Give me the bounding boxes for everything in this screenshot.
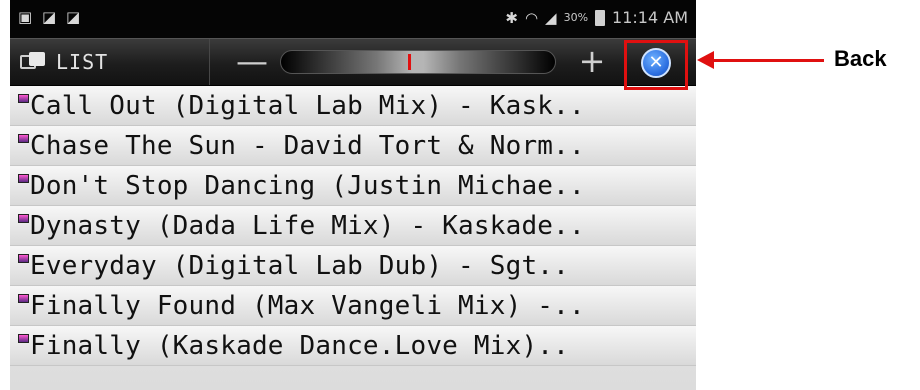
track-icon <box>18 174 29 183</box>
phone-screen: ▣ ◪ ◪ ✱ ◠ ◢ 30% 11:14 AM LIST — + ✕ Call… <box>10 0 696 390</box>
track-icon <box>18 94 29 103</box>
toolbar: LIST — + ✕ <box>10 38 696 86</box>
track-row[interactable]: Dynasty (Dada Life Mix) - Kaskade.. <box>10 206 696 246</box>
track-row[interactable]: Don't Stop Dancing (Justin Michae.. <box>10 166 696 206</box>
list-icon <box>20 52 46 72</box>
track-title: Don't Stop Dancing (Justin Michae.. <box>30 170 585 201</box>
status-bar: ▣ ◪ ◪ ✱ ◠ ◢ 30% 11:14 AM <box>10 0 696 38</box>
track-row[interactable]: Everyday (Digital Lab Dub) - Sgt.. <box>10 246 696 286</box>
track-title: Finally (Kaskade Dance.Love Mix).. <box>30 330 570 361</box>
signal-icon: ◢ <box>545 8 557 27</box>
track-icon <box>18 294 29 303</box>
track-row[interactable]: Finally (Kaskade Dance.Love Mix).. <box>10 326 696 366</box>
track-title: Call Out (Digital Lab Mix) - Kask.. <box>30 90 585 121</box>
volume-up-button[interactable]: + <box>572 41 612 81</box>
bluetooth-icon: ✱ <box>505 8 518 27</box>
arrow-line <box>712 59 824 62</box>
track-title: Everyday (Digital Lab Dub) - Sgt.. <box>30 250 570 281</box>
status-time: 11:14 AM <box>612 8 688 27</box>
track-icon <box>18 334 29 343</box>
volume-down-button[interactable]: — <box>232 41 272 81</box>
status-system: ✱ ◠ ◢ 30% 11:14 AM <box>505 8 688 27</box>
track-title: Chase The Sun - David Tort & Norm.. <box>30 130 585 161</box>
track-icon <box>18 254 29 263</box>
bag-icon: ◪ <box>42 8 57 26</box>
slider-thumb[interactable] <box>407 54 411 70</box>
notification-icon: ▣ <box>18 8 33 26</box>
track-list: Call Out (Digital Lab Mix) - Kask.. Chase… <box>10 86 696 390</box>
track-icon <box>18 134 29 143</box>
status-notifications: ▣ ◪ ◪ <box>18 9 82 25</box>
volume-slider[interactable] <box>280 50 556 74</box>
back-annotation-label: Back <box>834 46 887 71</box>
track-title: Finally Found (Max Vangeli Mix) -.. <box>30 290 585 321</box>
track-row[interactable]: Call Out (Digital Lab Mix) - Kask.. <box>10 86 696 126</box>
track-row[interactable]: Chase The Sun - David Tort & Norm.. <box>10 126 696 166</box>
list-button[interactable]: LIST <box>10 39 210 85</box>
bag-icon: ◪ <box>66 8 81 26</box>
battery-percent: 30% <box>563 11 589 24</box>
wifi-icon: ◠ <box>524 8 539 27</box>
battery-icon <box>595 9 606 26</box>
track-title: Dynasty (Dada Life Mix) - Kaskade.. <box>30 210 585 241</box>
list-label: LIST <box>56 50 109 74</box>
track-row[interactable]: Finally Found (Max Vangeli Mix) -.. <box>10 286 696 326</box>
track-icon <box>18 214 29 223</box>
back-highlight-box <box>624 40 688 90</box>
